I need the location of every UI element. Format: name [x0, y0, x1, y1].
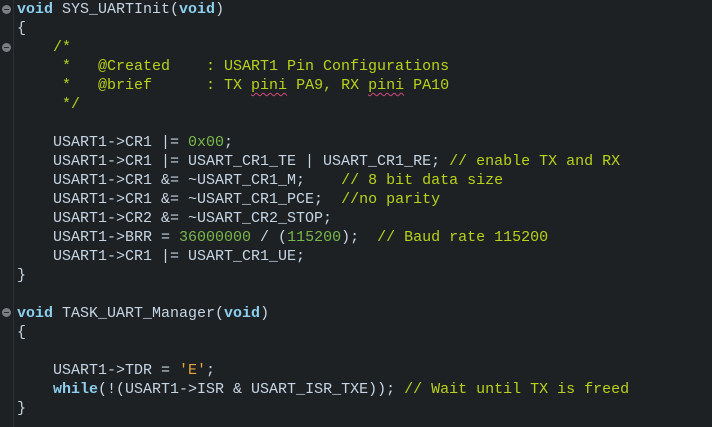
code-line: USART1->BRR = 36000000 / (115200); // Ba…	[17, 228, 712, 247]
char-literal: 'E'	[179, 362, 207, 379]
code-line: while(!(USART1->ISR & USART_ISR_TXE)); /…	[17, 380, 712, 399]
code-line: USART1->CR1 |= USART_CR1_TE | USART_CR1_…	[17, 152, 712, 171]
comment-line: /*	[17, 39, 72, 56]
fold-toggle-icon[interactable]	[2, 308, 11, 317]
number-literal: 36000000	[179, 229, 252, 246]
comment: //no parity	[341, 191, 441, 208]
code-text: ;	[206, 362, 216, 379]
code-line: {	[17, 324, 27, 341]
code-line: USART1->CR1 |= USART_CR1_UE;	[17, 248, 306, 265]
code-line: {	[17, 20, 27, 37]
code-text: ;	[224, 134, 234, 151]
fold-toggle-icon[interactable]	[2, 43, 11, 52]
code-editor[interactable]: void SYS_UARTInit(void) { /* * @Created …	[17, 0, 712, 418]
comment: // Baud rate 115200	[377, 229, 549, 246]
keyword: void	[17, 305, 54, 322]
code-text: );	[341, 229, 378, 246]
code-text: (!(USART1->ISR & USART_ISR_TXE));	[98, 381, 405, 398]
code-line: USART1->CR2 &= ~USART_CR2_STOP;	[17, 210, 333, 227]
comment: // 8 bit data size	[341, 172, 504, 189]
comment-line: */	[17, 96, 81, 113]
code-line: USART1->CR1 &= ~USART_CR1_M; // 8 bit da…	[17, 171, 712, 190]
code-text: )	[260, 305, 270, 322]
keyword: void	[17, 1, 54, 18]
comment-text: * @brief : TX	[17, 77, 252, 94]
spelling-error[interactable]: pini	[251, 77, 287, 94]
code-text: USART1->CR1 |=	[17, 134, 189, 151]
function-name: SYS_UARTInit(	[53, 1, 180, 18]
comment-text: PA9, RX	[287, 77, 369, 94]
code-text: USART1->CR1 &= ~USART_CR1_PCE;	[17, 191, 342, 208]
code-line: }	[17, 400, 27, 417]
code-text: )	[215, 1, 225, 18]
comment: // enable TX and RX	[449, 153, 621, 170]
function-name: TASK_UART_Manager(	[53, 305, 225, 322]
keyword: void	[179, 1, 216, 18]
number-literal: 0x00	[188, 134, 225, 151]
comment-line: * @Created : USART1 Pin Configurations	[17, 58, 450, 75]
fold-toggle-icon[interactable]	[2, 5, 11, 14]
code-line: void TASK_UART_Manager(void)	[17, 304, 712, 323]
comment-text: PA10	[404, 77, 450, 94]
code-line: }	[17, 267, 27, 284]
code-text: USART1->CR1 |= USART_CR1_TE | USART_CR1_…	[17, 153, 450, 170]
code-line: USART1->CR1 |= 0x00;	[17, 133, 712, 152]
spelling-error[interactable]: pini	[368, 77, 404, 94]
code-text: USART1->BRR =	[17, 229, 180, 246]
code-line: void SYS_UARTInit(void)	[17, 0, 712, 19]
number-literal: 115200	[287, 229, 342, 246]
comment: // Wait until TX is freed	[404, 381, 630, 398]
keyword: void	[224, 305, 261, 322]
keyword: while	[53, 381, 99, 398]
code-line: USART1->CR1 &= ~USART_CR1_PCE; //no pari…	[17, 190, 712, 209]
code-text: / (	[251, 229, 288, 246]
comment-line: * @brief : TX pini PA9, RX pini PA10	[17, 76, 712, 95]
code-text: USART1->CR1 &= ~USART_CR1_M;	[17, 172, 342, 189]
code-line: USART1->TDR = 'E';	[17, 361, 712, 380]
code-text: USART1->TDR =	[17, 362, 180, 379]
editor-gutter	[0, 0, 14, 427]
